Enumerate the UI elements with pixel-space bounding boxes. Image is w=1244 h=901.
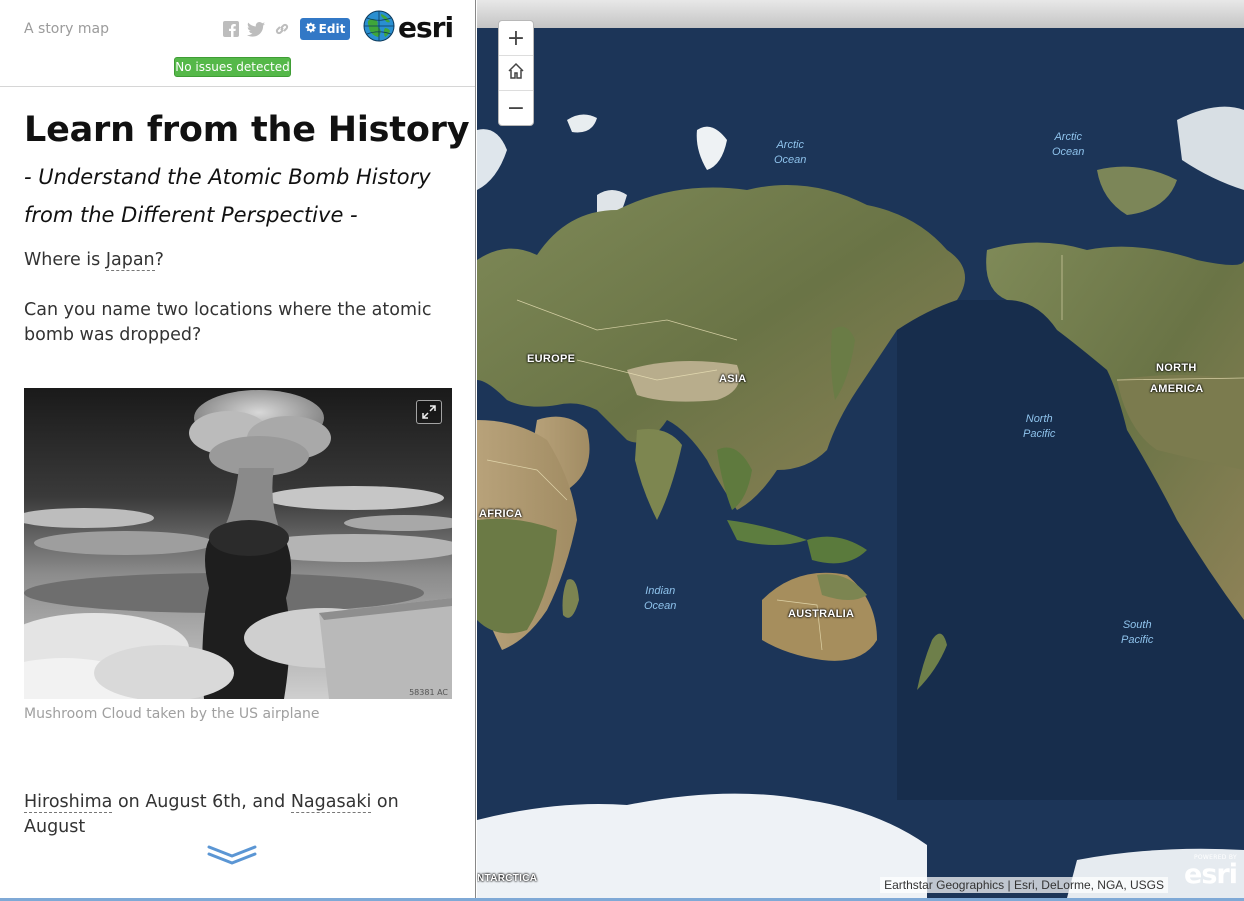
story-header: A story map Edit esri No issues detected bbox=[0, 0, 475, 87]
story-panel: A story map Edit esri No issues detected… bbox=[0, 0, 476, 898]
nagasaki-map-link[interactable]: Nagasaki bbox=[290, 792, 372, 813]
zoom-in-button[interactable]: + bbox=[499, 21, 533, 56]
antarctica-label: NTARCTICA bbox=[477, 873, 538, 884]
story-content: Learn from the History - Understand the … bbox=[0, 88, 475, 898]
status-badge: No issues detected bbox=[174, 57, 291, 77]
north-pacific-label: North Pacific bbox=[1023, 413, 1056, 440]
subheading-line-1: - Understand the Atomic Bomb History bbox=[24, 165, 431, 189]
bomb-dates-paragraph: Hiroshima on August 6th, and Nagasaki on… bbox=[24, 790, 444, 840]
p3-text-1: on August 6th, and bbox=[112, 792, 291, 812]
esri-logo-text: esri bbox=[398, 11, 454, 44]
question-where-japan: Where is Japan? bbox=[24, 248, 444, 273]
north-america-label-2: AMERICA bbox=[1150, 383, 1204, 395]
south-pacific-label: South Pacific bbox=[1121, 619, 1154, 646]
globe-icon bbox=[363, 10, 395, 46]
zoom-out-button[interactable]: − bbox=[499, 91, 533, 125]
photo-caption: Mushroom Cloud taken by the US airplane bbox=[24, 706, 320, 722]
esri-logo[interactable]: esri bbox=[363, 10, 455, 46]
powered-by-esri-logo[interactable]: POWERED BY esri bbox=[1175, 854, 1238, 892]
hiroshima-map-link[interactable]: Hiroshima bbox=[24, 792, 113, 813]
home-icon bbox=[507, 61, 525, 86]
gear-icon bbox=[305, 22, 316, 36]
home-button[interactable] bbox=[499, 56, 533, 91]
europe-label: EUROPE bbox=[527, 353, 576, 365]
world-map[interactable]: + − Arctic Ocean Arctic Ocean North Paci… bbox=[477, 0, 1244, 898]
powered-by-esri-text: esri bbox=[1184, 859, 1238, 890]
arctic-ocean-label: Arctic Ocean bbox=[774, 139, 807, 166]
mushroom-cloud-photo[interactable]: 58381 AC bbox=[24, 388, 452, 699]
africa-label: AFRICA bbox=[479, 508, 523, 520]
subheading-line-2: from the Different Perspective - bbox=[24, 203, 358, 227]
zoom-controls: + − bbox=[498, 20, 534, 126]
japan-map-link[interactable]: Japan bbox=[105, 250, 155, 271]
asia-label: ASIA bbox=[719, 373, 747, 385]
map-top-bar bbox=[477, 0, 1244, 28]
q1-suffix: ? bbox=[154, 250, 164, 270]
australia-label: AUSTRALIA bbox=[788, 608, 855, 620]
indian-ocean-label: Indian Ocean bbox=[644, 585, 677, 612]
story-title: Learn from the History bbox=[24, 110, 470, 150]
story-subtitle: A story map bbox=[24, 21, 109, 37]
question-bomb-locations: Can you name two locations where the ato… bbox=[24, 300, 432, 345]
arctic-ocean-label-2: Arctic Ocean bbox=[1052, 131, 1085, 158]
north-america-label-1: NORTH bbox=[1156, 362, 1197, 374]
twitter-icon[interactable] bbox=[247, 20, 265, 38]
q1-prefix: Where is bbox=[24, 250, 106, 270]
satellite-basemap bbox=[477, 0, 1244, 898]
edit-button-label: Edit bbox=[318, 22, 346, 36]
story-subheading: - Understand the Atomic Bomb History fro… bbox=[24, 158, 454, 234]
facebook-icon[interactable] bbox=[222, 20, 240, 38]
scroll-down-icon[interactable] bbox=[205, 843, 259, 869]
photo-code: 58381 AC bbox=[409, 688, 448, 697]
expand-icon[interactable] bbox=[416, 400, 442, 424]
map-attribution: Earthstar Geographics | Esri, DeLorme, N… bbox=[880, 877, 1168, 893]
link-icon[interactable] bbox=[273, 20, 291, 38]
edit-button[interactable]: Edit bbox=[300, 18, 350, 40]
